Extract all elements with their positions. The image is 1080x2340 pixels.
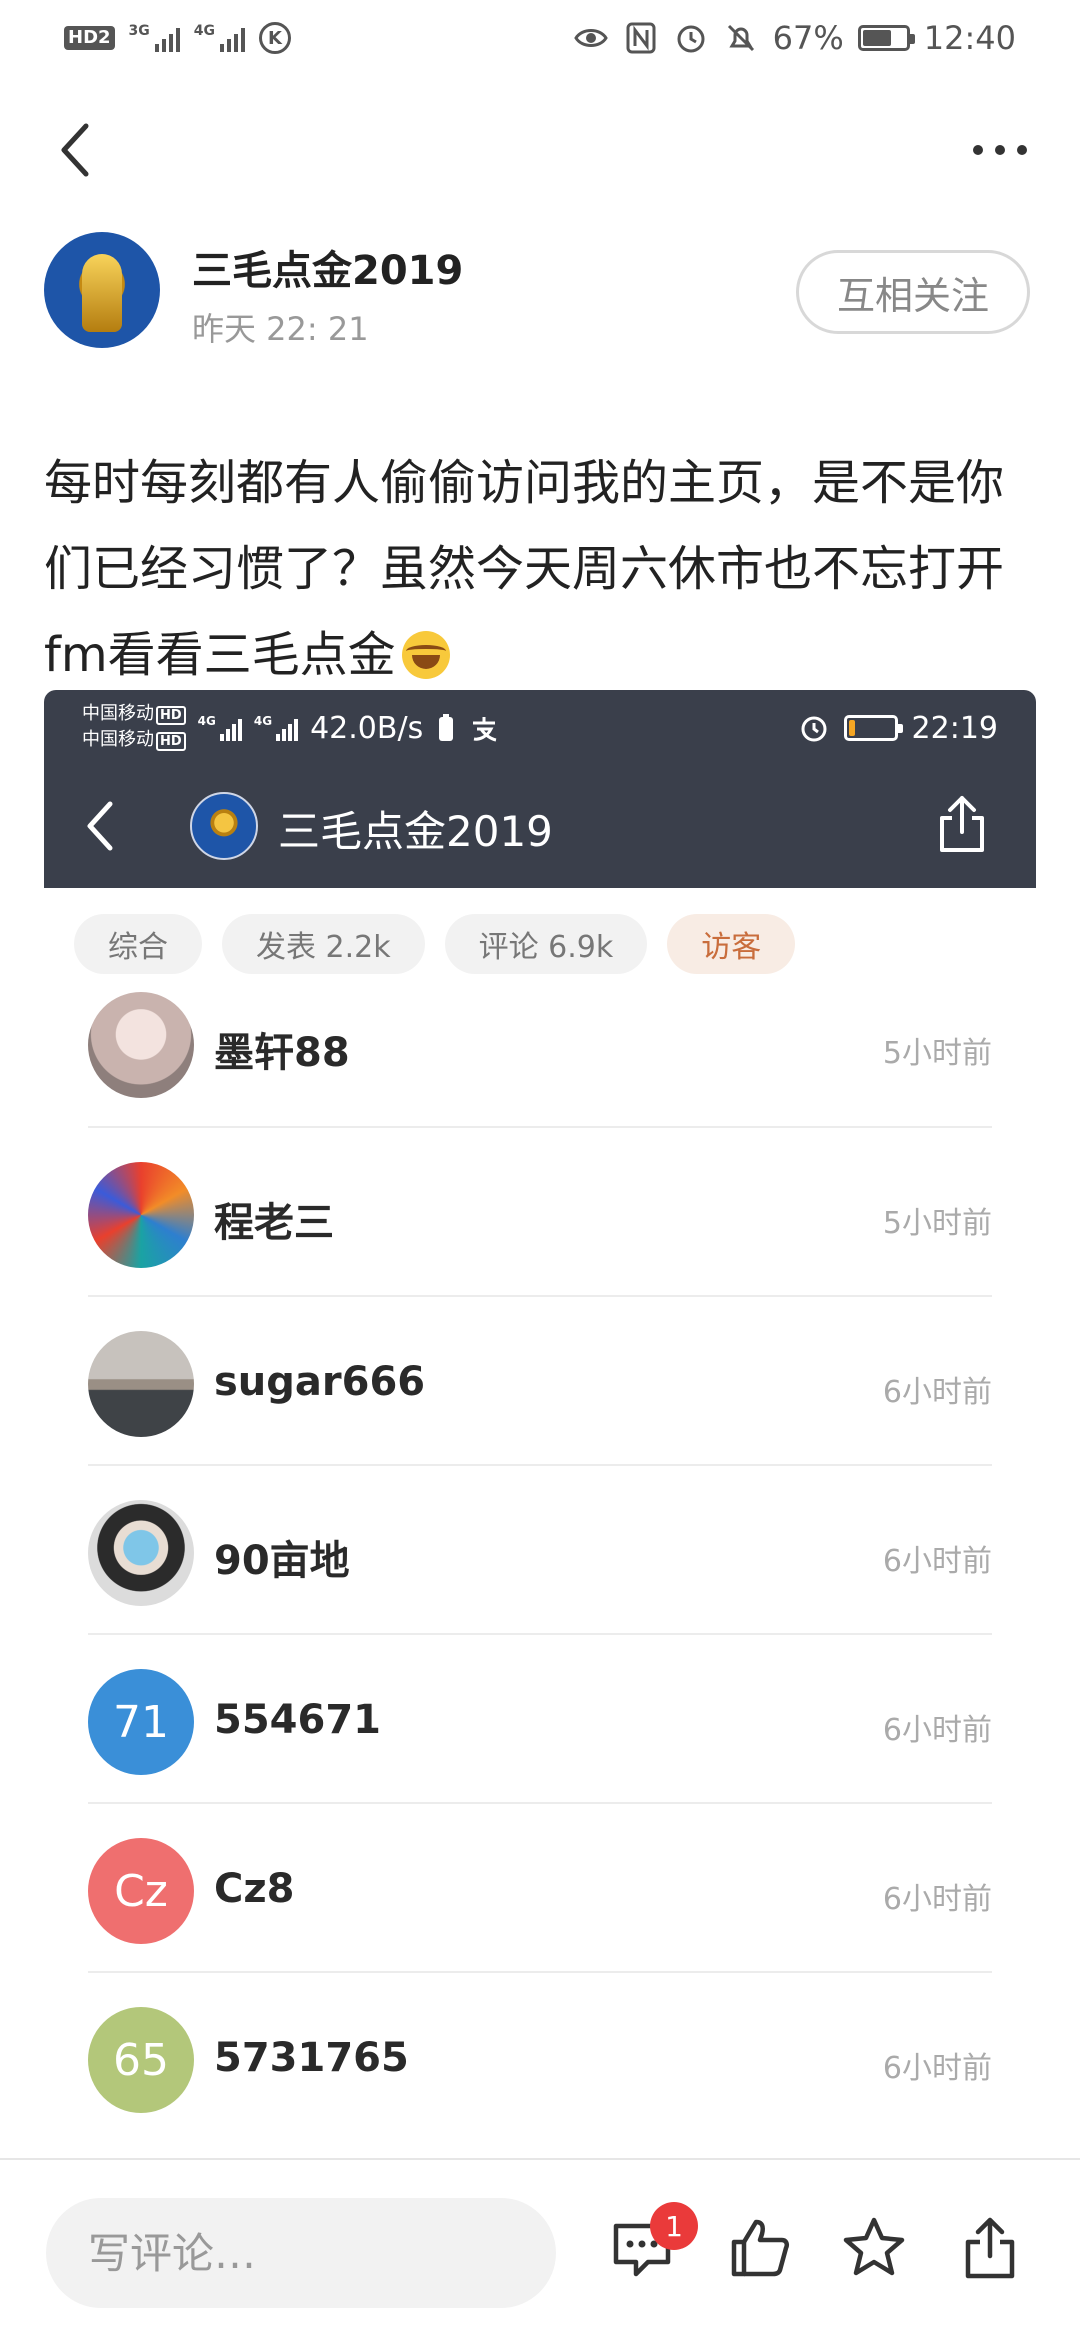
post-image[interactable]: 中国移动 HD 中国移动 HD 4G 4G 42.0B/s 22:19 三毛点金20… [44, 690, 1036, 2130]
post-body: 每时每刻都有人偷偷访问我的主页，是不是你们已经习惯了？虽然今天周六休市也不忘打开… [44, 455, 1005, 683]
share-icon [940, 796, 984, 852]
image-profile-avatar [190, 792, 258, 860]
alipay-icon [473, 717, 497, 742]
carrier-1: 中国移动 HD [82, 702, 186, 728]
visitor-name: 5731765 [214, 2035, 409, 2081]
avatar [88, 992, 194, 1098]
visit-time: 5小时前 [882, 1036, 992, 1071]
signal-3g-icon: 3G [129, 24, 180, 52]
list-item: sugar666 6小时前 [44, 1297, 1036, 1466]
top-nav [0, 110, 1080, 190]
comment-count-badge: 1 [650, 2202, 698, 2250]
follow-button[interactable]: 互相关注 [796, 250, 1030, 334]
visitor-name: 程老三 [214, 1200, 334, 1246]
star-icon[interactable] [840, 2214, 908, 2282]
hd-voice-icon: HD2 [64, 26, 115, 50]
network-speed: 42.0B/s [310, 710, 424, 746]
visit-time: 6小时前 [882, 1713, 992, 1748]
status-bar-left: HD2 3G 4G K [64, 22, 292, 54]
visitor-list: 墨轩88 5小时前 程老三 5小时前 sugar666 6小时前 90亩地 6小… [44, 992, 1036, 2130]
image-status-bar: 中国移动 HD 中国移动 HD 4G 4G 42.0B/s 22:19 [82, 698, 998, 758]
list-item: 墨轩88 5小时前 [44, 992, 1036, 1128]
list-item: 71 554671 6小时前 [44, 1635, 1036, 1804]
visitor-name: 554671 [214, 1697, 381, 1743]
laughing-tears-emoji-icon [401, 631, 450, 679]
tab-comments: 评论 6.9k [444, 914, 648, 974]
battery-saver-icon [439, 714, 454, 741]
visitor-name: sugar666 [214, 1359, 426, 1405]
image-status-time: 22:19 [911, 710, 998, 746]
more-dots-icon[interactable] [960, 130, 1040, 170]
post-time: 昨天 22: 21 [192, 310, 369, 348]
mute-bell-icon [727, 24, 754, 52]
image-profile-title: 三毛点金2019 [278, 807, 553, 856]
visit-time: 6小时前 [882, 1375, 992, 1410]
visit-time: 6小时前 [882, 1882, 992, 1917]
chevron-left-icon[interactable] [50, 118, 110, 182]
post-text: 每时每刻都有人偷偷访问我的主页，是不是你们已经习惯了？虽然今天周六休市也不忘打开… [44, 440, 1044, 698]
visit-time: 5小时前 [882, 1206, 992, 1241]
eye-icon [573, 29, 608, 47]
share-icon[interactable] [956, 2214, 1024, 2282]
signal-4g-icon: 4G [194, 24, 246, 52]
visit-time: 6小时前 [882, 2051, 992, 2086]
k-app-icon: K [259, 22, 292, 54]
status-bar-right: 67% 12:40 [573, 19, 1016, 57]
visitor-name: Cz8 [214, 1866, 295, 1912]
alarm-icon [677, 25, 705, 53]
author-name[interactable]: 三毛点金2019 [192, 238, 463, 296]
avatar: 65 [88, 2007, 194, 2113]
nfc-icon [626, 22, 656, 54]
battery-icon [843, 715, 903, 741]
status-bar: HD2 3G 4G K 67% 12:40 [0, 0, 1080, 76]
comment-input[interactable] [46, 2198, 556, 2308]
carrier-2: 中国移动 HD [82, 728, 186, 754]
avatar: Cz [88, 1838, 194, 1944]
image-nav: 三毛点金2019 [44, 774, 1036, 874]
tab-overview: 综合 [74, 914, 202, 974]
list-item: 90亩地 6小时前 [44, 1466, 1036, 1635]
tab-visitors: 访客 [667, 914, 796, 974]
avatar: 71 [88, 1669, 194, 1775]
list-item: 65 5731765 6小时前 [44, 1973, 1036, 2130]
signal-icon: 4G [254, 715, 299, 741]
status-time: 12:40 [923, 19, 1016, 57]
visit-time: 6小时前 [882, 1544, 992, 1579]
signal-icon: 4G [198, 715, 242, 741]
list-item: Cz Cz8 6小时前 [44, 1804, 1036, 1973]
list-item: 程老三 5小时前 [44, 1128, 1036, 1297]
bottom-action-bar: 1 [0, 2158, 1080, 2340]
avatar [88, 1162, 194, 1268]
alarm-icon [801, 716, 827, 742]
avatar [88, 1331, 194, 1437]
avatar [88, 1500, 194, 1606]
battery-icon [857, 25, 915, 51]
author-avatar[interactable] [44, 232, 160, 348]
like-icon[interactable] [726, 2214, 794, 2282]
image-tabs: 综合 发表 2.2k 评论 6.9k 访客 [44, 888, 1036, 1000]
visitor-name: 墨轩88 [214, 1030, 350, 1076]
visitor-name: 90亩地 [214, 1538, 350, 1584]
image-app-header: 中国移动 HD 中国移动 HD 4G 4G 42.0B/s 22:19 三毛点金20… [44, 690, 1036, 888]
battery-percent: 67% [772, 19, 844, 57]
chevron-left-icon [87, 801, 113, 851]
tab-posts: 发表 2.2k [222, 914, 425, 974]
author-header: 三毛点金2019 昨天 22: 21 互相关注 [44, 232, 1044, 352]
